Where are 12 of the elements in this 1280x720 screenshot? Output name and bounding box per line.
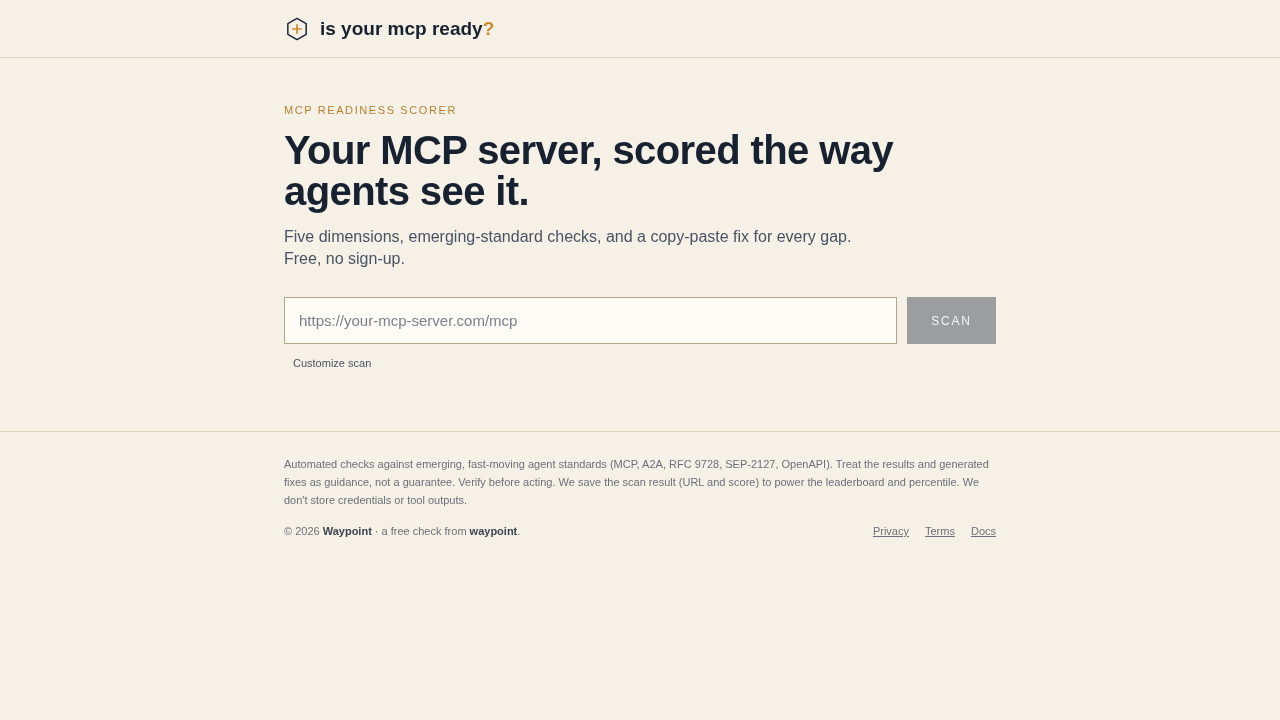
hexagon-plus-logo-icon <box>286 16 308 41</box>
eyebrow-label: MCP READINESS SCORER <box>284 103 458 117</box>
footer-link[interactable]: Privacy <box>872 525 909 537</box>
site-title[interactable]: is your mcp ready? <box>320 17 495 40</box>
footer-link[interactable]: Docs <box>970 525 996 537</box>
customize-scan-link[interactable]: Customize scan <box>293 357 372 369</box>
footer-link[interactable]: Terms <box>925 525 955 537</box>
disclaimer-text: Automated checks against emerging, fast-moving agent standards (MCP, A2A, RFC 9728, SEP-2127, OpenAPI). Treat the results and generated fixes as guidance, not a guarantee. Verify before acting. We save the scan result (URL and score) to power the leaderboard and percentile. We don't store credentials or tool outputs. <box>284 457 990 508</box>
subtitle: Five dimensions, emerging-standard checks, and a copy-paste fix for every gap. Free, no sign-up. <box>284 227 853 269</box>
url-input-field[interactable]: https://your-mcp-server.com/mcp <box>284 297 897 344</box>
headline: Your MCP server, scored the way agents see it. <box>284 130 895 212</box>
copyright-text: © 2026 Waypoint · a free check from waypoint. <box>284 525 521 537</box>
